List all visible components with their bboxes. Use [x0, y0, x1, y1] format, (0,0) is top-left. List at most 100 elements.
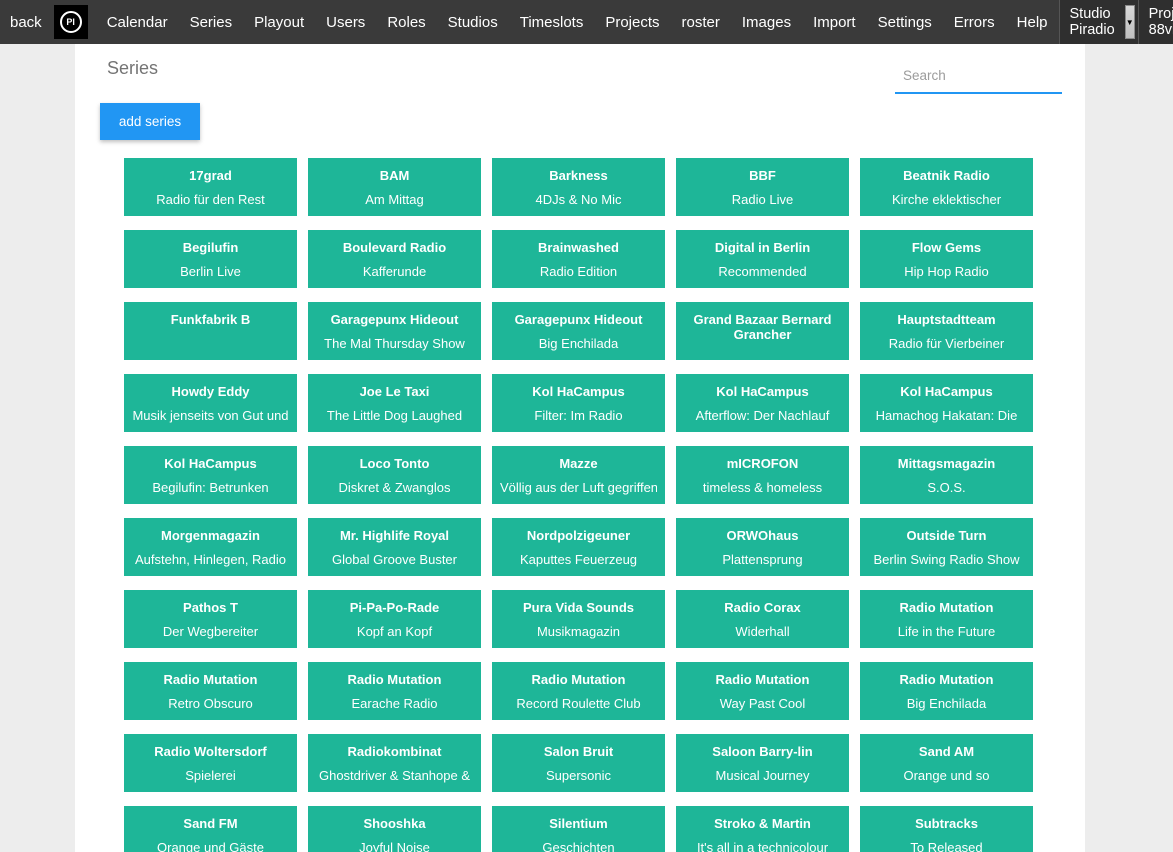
piradio-logo-icon[interactable]: PI	[54, 5, 88, 39]
series-card-title: Howdy Eddy	[132, 384, 289, 399]
series-card[interactable]: MazzeVöllig aus der Luft gegriffen	[492, 446, 665, 504]
series-card[interactable]: Kol HaCampusBegilufin: Betrunken	[124, 446, 297, 504]
series-card-subtitle: Kirche eklektischer	[868, 192, 1025, 207]
series-card[interactable]: Radio MutationLife in the Future	[860, 590, 1033, 648]
nav-item-help[interactable]: Help	[1006, 14, 1059, 31]
series-card-title: BAM	[316, 168, 473, 183]
series-card[interactable]: SilentiumGeschichten	[492, 806, 665, 852]
series-card[interactable]: Barkness4DJs & No Mic	[492, 158, 665, 216]
nav-item-users[interactable]: Users	[315, 14, 376, 31]
series-card[interactable]: Loco TontoDiskret & Zwanglos	[308, 446, 481, 504]
series-card-subtitle: Orange und Gäste	[132, 840, 289, 852]
series-card[interactable]: Sand FMOrange und Gäste	[124, 806, 297, 852]
series-card[interactable]: Grand Bazaar Bernard Grancher	[676, 302, 849, 360]
series-card[interactable]: BAMAm Mittag	[308, 158, 481, 216]
series-card-title: Joe Le Taxi	[316, 384, 473, 399]
series-card-subtitle: Hip Hop Radio	[868, 264, 1025, 279]
series-card[interactable]: Stroko & Martin It's all in a technicolou…	[676, 806, 849, 852]
series-card-title: Morgenmagazin	[132, 528, 289, 543]
series-card-title: Radio Mutation	[132, 672, 289, 687]
series-card-title: Sand AM	[868, 744, 1025, 759]
series-card-subtitle: Supersonic	[500, 768, 657, 783]
series-card[interactable]: Radio CoraxWiderhall	[676, 590, 849, 648]
series-card[interactable]: Hauptstadtteam Radio für Vierbeiner	[860, 302, 1033, 360]
series-card[interactable]: RadiokombinatGhostdriver & Stanhope &	[308, 734, 481, 792]
series-card[interactable]: NordpolzigeunerKaputtes Feuerzeug	[492, 518, 665, 576]
studio-select[interactable]: Studio Piradio ▼	[1059, 0, 1138, 44]
series-card[interactable]: Howdy EddyMusik jenseits von Gut und	[124, 374, 297, 432]
series-card-title: mICROFON	[684, 456, 841, 471]
series-card[interactable]: Outside TurnBerlin Swing Radio Show	[860, 518, 1033, 576]
series-card[interactable]: Morgenmagazin Aufstehn, Hinlegen, Radio	[124, 518, 297, 576]
series-card[interactable]: Saloon Barry-linMusical Journey	[676, 734, 849, 792]
series-card[interactable]: Funkfabrik B	[124, 302, 297, 360]
series-card[interactable]: BegilufinBerlin Live	[124, 230, 297, 288]
series-card-title: Pura Vida Sounds	[500, 600, 657, 615]
series-card[interactable]: Radio MutationEarache Radio	[308, 662, 481, 720]
series-card-subtitle: It's all in a technicolour	[684, 840, 841, 852]
series-card-title: Radiokombinat	[316, 744, 473, 759]
series-card[interactable]: Pi-Pa-Po-Rade Kopf an Kopf	[308, 590, 481, 648]
series-card-subtitle: Radio für Vierbeiner	[868, 336, 1025, 351]
series-card[interactable]: Joe Le Taxi The Little Dog Laughed	[308, 374, 481, 432]
series-card[interactable]: Garagepunx HideoutThe Mal Thursday Show	[308, 302, 481, 360]
series-card[interactable]: Pathos TDer Wegbereiter	[124, 590, 297, 648]
series-card[interactable]: SubtracksTo Released	[860, 806, 1033, 852]
series-card[interactable]: 17gradRadio für den Rest	[124, 158, 297, 216]
series-card[interactable]: Kol HaCampusAfterflow: Der Nachlauf	[676, 374, 849, 432]
series-card[interactable]: Boulevard RadioKafferunde	[308, 230, 481, 288]
series-card-title: Pi-Pa-Po-Rade	[316, 600, 473, 615]
series-card[interactable]: Radio MutationRecord Roulette Club	[492, 662, 665, 720]
nav-item-roles[interactable]: Roles	[376, 14, 436, 31]
series-card-subtitle: Big Enchilada	[500, 336, 657, 351]
back-link[interactable]: back	[0, 14, 54, 31]
nav-item-projects[interactable]: Projects	[594, 14, 670, 31]
series-card[interactable]: Pura Vida SoundsMusikmagazin	[492, 590, 665, 648]
series-card[interactable]: Radio WoltersdorfSpielerei	[124, 734, 297, 792]
add-series-button[interactable]: add series	[100, 103, 200, 140]
series-card-subtitle: Joyful Noise	[316, 840, 473, 852]
nav-item-errors[interactable]: Errors	[943, 14, 1006, 31]
series-card[interactable]: MittagsmagazinS.O.S.	[860, 446, 1033, 504]
series-card[interactable]: ShooshkaJoyful Noise	[308, 806, 481, 852]
series-card-subtitle: Kopf an Kopf	[316, 624, 473, 639]
series-card[interactable]: Salon BruitSupersonic	[492, 734, 665, 792]
series-card-title: Radio Woltersdorf	[132, 744, 289, 759]
series-card-subtitle: Geschichten	[500, 840, 657, 852]
series-card-subtitle: Orange und so	[868, 768, 1025, 783]
series-card[interactable]: ORWOhausPlattensprung	[676, 518, 849, 576]
project-select[interactable]: Project 88vier ▼	[1138, 0, 1173, 44]
nav-item-timeslots[interactable]: Timeslots	[509, 14, 595, 31]
nav-item-calendar[interactable]: Calendar	[96, 14, 179, 31]
series-card-title: Stroko & Martin	[684, 816, 841, 831]
search-input[interactable]	[895, 60, 1062, 94]
series-card-subtitle: Life in the Future	[868, 624, 1025, 639]
series-card[interactable]: BrainwashedRadio Edition	[492, 230, 665, 288]
series-card-subtitle: Aufstehn, Hinlegen, Radio	[132, 552, 289, 567]
series-card-title: Kol HaCampus	[684, 384, 841, 399]
nav-item-roster[interactable]: roster	[671, 14, 731, 31]
series-card-subtitle: The Little Dog Laughed	[316, 408, 473, 423]
series-card-title: Hauptstadtteam	[868, 312, 1025, 327]
nav-item-studios[interactable]: Studios	[437, 14, 509, 31]
series-card[interactable]: mICROFONtimeless & homeless	[676, 446, 849, 504]
series-card[interactable]: BBFRadio Live	[676, 158, 849, 216]
series-card-title: Radio Corax	[684, 600, 841, 615]
series-card[interactable]: Radio MutationRetro Obscuro	[124, 662, 297, 720]
series-card[interactable]: Radio MutationBig Enchilada	[860, 662, 1033, 720]
series-card[interactable]: Garagepunx HideoutBig Enchilada	[492, 302, 665, 360]
nav-item-images[interactable]: Images	[731, 14, 802, 31]
nav-item-settings[interactable]: Settings	[867, 14, 943, 31]
nav-item-series[interactable]: Series	[179, 14, 244, 31]
series-card[interactable]: Kol HaCampusHamachog Hakatan: Die	[860, 374, 1033, 432]
series-card[interactable]: Flow GemsHip Hop Radio	[860, 230, 1033, 288]
nav-menu: CalendarSeriesPlayoutUsersRolesStudiosTi…	[96, 14, 1059, 31]
series-card[interactable]: Mr. Highlife RoyalGlobal Groove Buster	[308, 518, 481, 576]
series-card[interactable]: Kol HaCampusFilter: Im Radio	[492, 374, 665, 432]
nav-item-import[interactable]: Import	[802, 14, 867, 31]
series-card[interactable]: Sand AM Orange und so	[860, 734, 1033, 792]
series-card[interactable]: Radio MutationWay Past Cool	[676, 662, 849, 720]
nav-item-playout[interactable]: Playout	[243, 14, 315, 31]
series-card[interactable]: Digital in BerlinRecommended	[676, 230, 849, 288]
series-card[interactable]: Beatnik RadioKirche eklektischer	[860, 158, 1033, 216]
